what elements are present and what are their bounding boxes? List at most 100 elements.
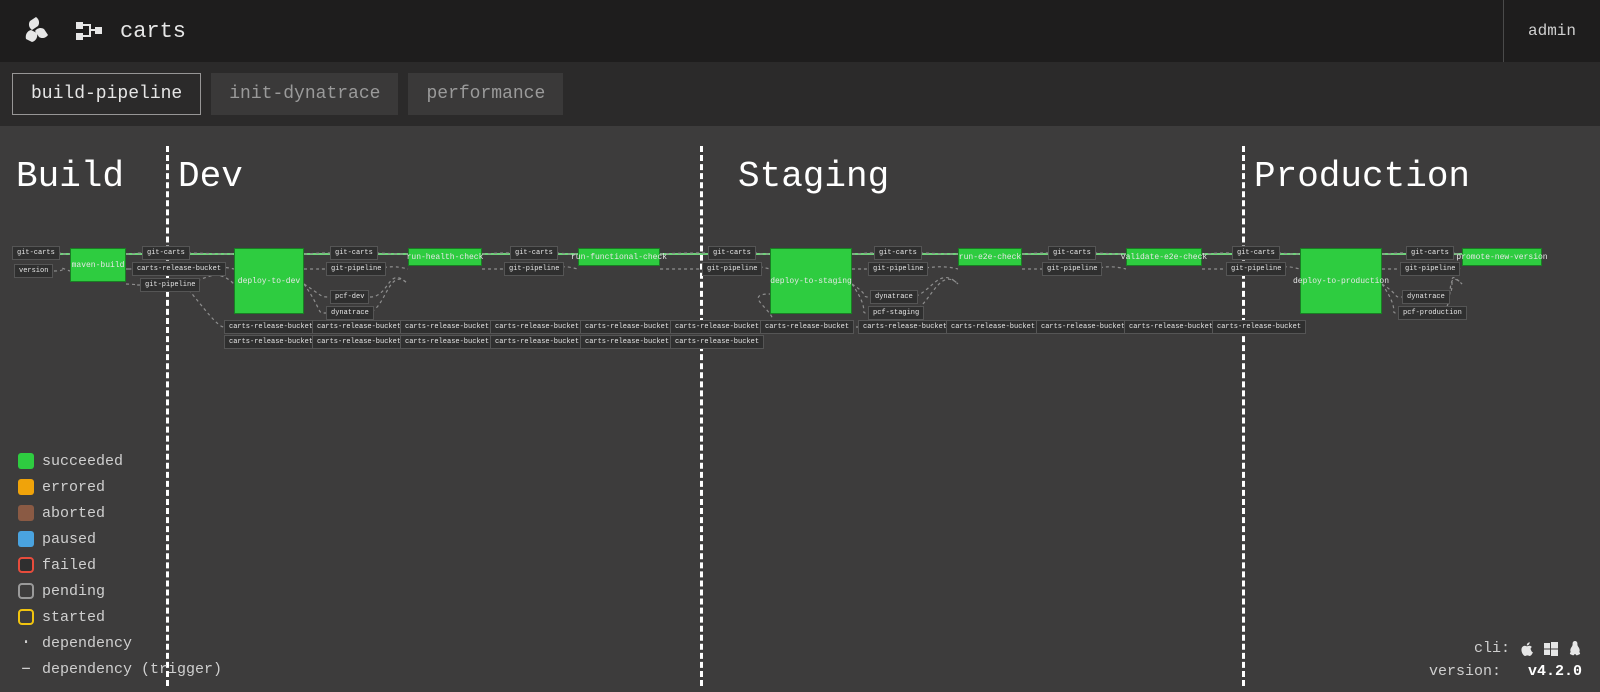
job-deploy-to-dev[interactable]: deploy-to-dev — [234, 248, 304, 314]
legend-swatch — [18, 479, 34, 495]
resource[interactable]: git-carts — [1048, 246, 1096, 260]
resource[interactable]: git-pipeline — [868, 262, 928, 276]
job-run-e2e-check[interactable]: run-e2e-check — [958, 248, 1022, 266]
resource[interactable]: git-pipeline — [504, 262, 564, 276]
resource[interactable]: version — [14, 264, 53, 278]
legend-succeeded: succeeded — [18, 450, 222, 472]
legend-swatch — [18, 583, 34, 599]
stage-header: Build — [16, 156, 124, 197]
resource[interactable]: carts-release-bucket — [1124, 320, 1218, 334]
resource[interactable]: carts-release-bucket — [946, 320, 1040, 334]
legend-paused: paused — [18, 528, 222, 550]
job-run-functional-check[interactable]: run-functional-check — [578, 248, 660, 266]
legend-swatch — [18, 609, 34, 625]
legend-swatch: · — [18, 638, 34, 648]
resource[interactable]: git-carts — [1232, 246, 1280, 260]
resource[interactable]: git-carts — [510, 246, 558, 260]
resource[interactable]: carts-release-bucket — [580, 335, 674, 349]
stage-header: Production — [1254, 156, 1470, 197]
resource[interactable]: git-pipeline — [702, 262, 762, 276]
resource[interactable]: carts-release-bucket — [400, 335, 494, 349]
footer-info: cli: version: v4.2.0 — [1429, 640, 1582, 680]
resource[interactable]: carts-release-bucket — [1212, 320, 1306, 334]
resource[interactable]: git-pipeline — [326, 262, 386, 276]
resource[interactable]: dynatrace — [326, 306, 374, 320]
job-validate-e2e-check[interactable]: validate-e2e-check — [1126, 248, 1202, 266]
resource[interactable]: carts-release-bucket — [670, 335, 764, 349]
user-menu[interactable]: admin — [1503, 0, 1600, 62]
concourse-logo-icon[interactable] — [18, 13, 54, 49]
legend-trigger: –dependency (trigger) — [18, 658, 222, 680]
job-deploy-to-staging[interactable]: deploy-to-staging — [770, 248, 852, 314]
legend-started: started — [18, 606, 222, 628]
resource[interactable]: git-pipeline — [1400, 262, 1460, 276]
resource[interactable]: carts-release-bucket — [1036, 320, 1130, 334]
resource[interactable]: pcf-production — [1398, 306, 1467, 320]
resource[interactable]: git-pipeline — [140, 278, 200, 292]
pipeline-name[interactable]: carts — [120, 19, 186, 44]
resource[interactable]: carts-release-bucket — [490, 320, 584, 334]
resource[interactable]: pcf-dev — [330, 290, 369, 304]
resource[interactable]: carts-release-bucket — [312, 335, 406, 349]
resource[interactable]: git-pipeline — [1226, 262, 1286, 276]
legend-label: dependency — [42, 635, 132, 652]
job-maven-build[interactable]: maven-build — [70, 248, 126, 282]
resource[interactable]: carts-release-bucket — [400, 320, 494, 334]
stage-divider — [700, 146, 703, 686]
legend-label: pending — [42, 583, 105, 600]
resource[interactable]: carts-release-bucket — [490, 335, 584, 349]
windows-icon[interactable] — [1544, 642, 1558, 656]
linux-icon[interactable] — [1568, 641, 1582, 657]
breadcrumb-pipeline-icon — [76, 22, 102, 40]
stage-divider — [1242, 146, 1245, 686]
resource[interactable]: git-carts — [708, 246, 756, 260]
resource[interactable]: carts-release-bucket — [580, 320, 674, 334]
legend-label: started — [42, 609, 105, 626]
job-promote-new-version[interactable]: promote-new-version — [1462, 248, 1542, 266]
resource[interactable]: carts-release-bucket — [760, 320, 854, 334]
legend-errored: errored — [18, 476, 222, 498]
resource[interactable]: git-pipeline — [1042, 262, 1102, 276]
stage-header: Dev — [178, 156, 243, 197]
legend-label: succeeded — [42, 453, 123, 470]
resource[interactable]: carts-release-bucket — [670, 320, 764, 334]
legend-label: failed — [42, 557, 96, 574]
legend-aborted: aborted — [18, 502, 222, 524]
legend-label: paused — [42, 531, 96, 548]
resource[interactable]: git-carts — [12, 246, 60, 260]
resource[interactable]: pcf-staging — [868, 306, 924, 320]
legend-dep: · dependency — [18, 632, 222, 654]
legend-pending: pending — [18, 580, 222, 602]
legend-swatch: – — [18, 664, 34, 674]
legend: succeeded errored aborted paused failed pendi… — [18, 450, 222, 680]
legend-label: dependency (trigger) — [42, 661, 222, 678]
legend-label: errored — [42, 479, 105, 496]
tab-init-dynatrace[interactable]: init-dynatrace — [211, 73, 398, 115]
legend-swatch — [18, 505, 34, 521]
resource[interactable]: git-carts — [142, 246, 190, 260]
resource[interactable]: carts-release-bucket — [858, 320, 952, 334]
cli-label: cli: — [1474, 640, 1510, 657]
top-bar: carts admin — [0, 0, 1600, 62]
tab-performance[interactable]: performance — [408, 73, 563, 115]
legend-swatch — [18, 531, 34, 547]
stage-header: Staging — [738, 156, 889, 197]
tab-build-pipeline[interactable]: build-pipeline — [12, 73, 201, 115]
resource[interactable]: dynatrace — [870, 290, 918, 304]
pipeline-tabs: build-pipeline init-dynatrace performanc… — [0, 62, 1600, 126]
resource[interactable]: carts-release-bucket — [224, 320, 318, 334]
resource[interactable]: carts-release-bucket — [312, 320, 406, 334]
job-run-health-check[interactable]: run-health-check — [408, 248, 482, 266]
resource[interactable]: git-carts — [330, 246, 378, 260]
resource[interactable]: git-carts — [874, 246, 922, 260]
resource[interactable]: carts-release-bucket — [132, 262, 226, 276]
legend-label: aborted — [42, 505, 105, 522]
legend-swatch — [18, 557, 34, 573]
version-value: v4.2.0 — [1528, 663, 1582, 680]
resource[interactable]: git-carts — [1406, 246, 1454, 260]
job-deploy-to-production[interactable]: deploy-to-production — [1300, 248, 1382, 314]
resource[interactable]: dynatrace — [1402, 290, 1450, 304]
apple-icon[interactable] — [1520, 641, 1534, 657]
legend-failed: failed — [18, 554, 222, 576]
resource[interactable]: carts-release-bucket — [224, 335, 318, 349]
